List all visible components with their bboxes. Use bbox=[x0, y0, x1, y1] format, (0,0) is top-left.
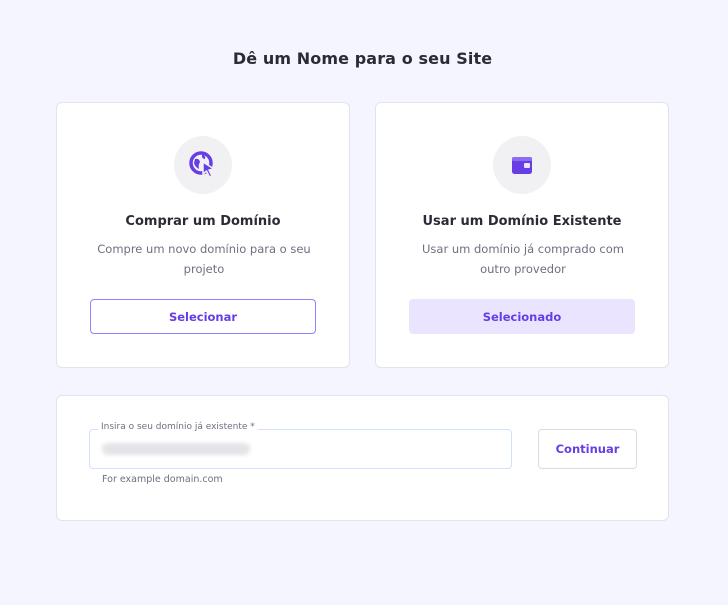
existing-domain-description: Usar um domínio já comprado com outro pr… bbox=[422, 242, 624, 276]
select-buy-domain-button[interactable]: Selecionar bbox=[90, 299, 316, 334]
page-title: Dê um Nome para o seu Site bbox=[232, 49, 493, 68]
continue-button[interactable]: Continuar bbox=[538, 429, 637, 469]
domain-input-hint: For example domain.com bbox=[102, 474, 223, 485]
wallet-icon bbox=[512, 157, 532, 174]
globe-cursor-icon bbox=[189, 151, 215, 178]
buy-domain-title: Comprar um Domínio bbox=[125, 214, 281, 229]
buy-domain-card[interactable]: Comprar um Domínio Compre um novo domíni… bbox=[56, 102, 350, 368]
existing-domain-card[interactable]: Usar um Domínio Existente Usar um domíni… bbox=[375, 102, 669, 368]
domain-input-label: Insira o seu domínio já existente * bbox=[98, 422, 258, 432]
domain-input-value-redacted bbox=[102, 443, 250, 455]
domain-input-card: Insira o seu domínio já existente * For … bbox=[56, 395, 669, 521]
existing-domain-title: Usar um Domínio Existente bbox=[422, 214, 622, 229]
buy-domain-icon-circle bbox=[174, 136, 232, 194]
selected-existing-domain-button[interactable]: Selecionado bbox=[409, 299, 635, 334]
domain-input[interactable]: Insira o seu domínio já existente * bbox=[89, 422, 512, 469]
existing-domain-icon-circle bbox=[493, 136, 551, 194]
buy-domain-description: Compre um novo domínio para o seu projet… bbox=[97, 242, 311, 276]
